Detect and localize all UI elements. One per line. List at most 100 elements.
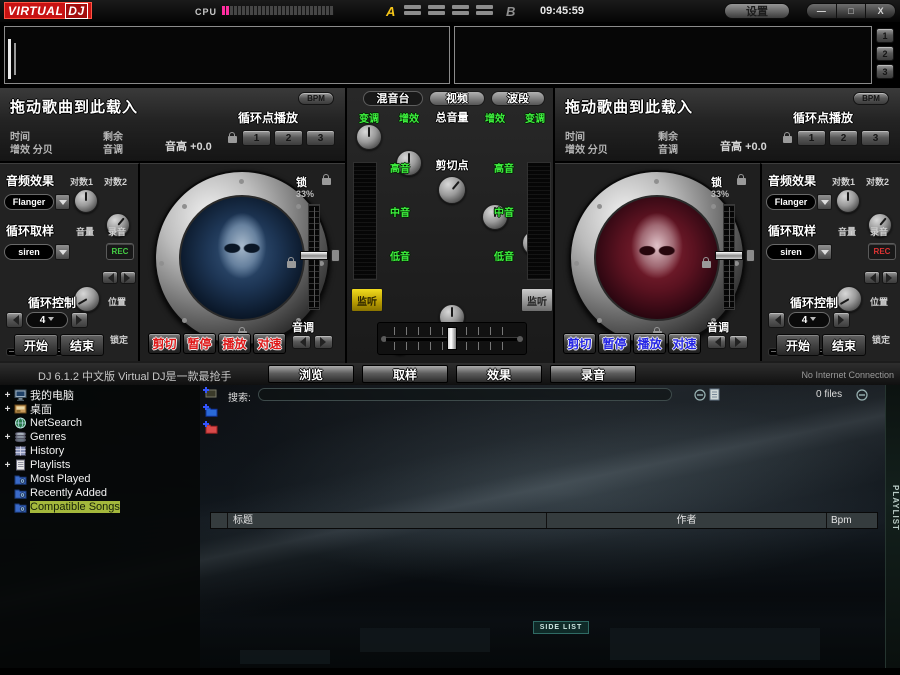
- lock-icon[interactable]: [783, 136, 792, 143]
- fx-param1-knob[interactable]: [74, 189, 98, 213]
- cue-marker-2-button[interactable]: 2: [876, 46, 894, 61]
- play-button[interactable]: 播放: [218, 333, 251, 354]
- sync-button[interactable]: 对速: [668, 333, 701, 354]
- column-header-icon[interactable]: [211, 513, 227, 528]
- sample-select[interactable]: siren: [766, 244, 832, 260]
- expander[interactable]: +: [4, 404, 11, 415]
- fx-param1-knob[interactable]: [836, 189, 860, 213]
- hotcue-3-button[interactable]: 3: [861, 130, 890, 146]
- waveform-deck-b[interactable]: [454, 26, 872, 84]
- sidebar-item-most-played[interactable]: Most Played: [0, 472, 200, 486]
- pitch-reset-button[interactable]: [746, 249, 755, 262]
- collapse-circle-icon[interactable]: [694, 389, 706, 401]
- effect-select[interactable]: Flanger: [4, 194, 70, 210]
- sidebar-item-desktop[interactable]: + 桌面: [0, 402, 200, 416]
- collapse-circle-icon[interactable]: [856, 389, 868, 401]
- pitch-bend-down-button[interactable]: [292, 335, 311, 349]
- sampler-volume-knob[interactable]: [836, 286, 862, 312]
- playlist-panel-tab[interactable]: PLAYLIST: [885, 385, 900, 668]
- sidebar-item-compatible-songs[interactable]: Compatible Songs: [0, 500, 200, 514]
- monitor-left-button[interactable]: 监听: [351, 288, 383, 312]
- cue-marker-1-button[interactable]: 1: [876, 28, 894, 43]
- tab-sample[interactable]: 取样: [362, 365, 448, 383]
- add-filter-folder-icon[interactable]: [203, 421, 218, 435]
- loop-start-button[interactable]: 开始: [14, 334, 58, 356]
- column-header-artist[interactable]: 作者: [547, 513, 826, 528]
- keylock-icon[interactable]: [322, 178, 331, 185]
- sidebar-item-playlists[interactable]: + Playlists: [0, 458, 200, 472]
- close-button[interactable]: X: [866, 4, 895, 18]
- hotcue-1-button[interactable]: 1: [797, 130, 826, 146]
- pitch-reset-button[interactable]: [331, 249, 340, 262]
- maximize-button[interactable]: □: [837, 4, 867, 18]
- pitch-lock-icon[interactable]: [287, 261, 296, 268]
- sidebar-item-netsearch[interactable]: NetSearch: [0, 416, 200, 430]
- dropdown-arrow-icon[interactable]: [55, 244, 70, 260]
- sidebar-item-recently-added[interactable]: Recently Added: [0, 486, 200, 500]
- sampler-rec-button[interactable]: REC: [868, 243, 896, 260]
- effect-select[interactable]: Flanger: [766, 194, 832, 210]
- loop-stop-button[interactable]: 结束: [822, 334, 866, 356]
- master-volume-knob[interactable]: [438, 176, 466, 204]
- pitch-bend-down-button[interactable]: [707, 335, 726, 349]
- loop-double-button[interactable]: [71, 312, 88, 328]
- loop-half-button[interactable]: [6, 312, 23, 328]
- pause-button[interactable]: 暂停: [183, 333, 216, 354]
- sample-next-button[interactable]: [120, 271, 136, 284]
- loop-double-button[interactable]: [833, 312, 850, 328]
- hotcue-1-button[interactable]: 1: [242, 130, 271, 146]
- bpm-button[interactable]: BPM: [853, 92, 889, 105]
- loop-half-button[interactable]: [768, 312, 785, 328]
- monitor-right-button[interactable]: 监听: [521, 288, 553, 312]
- expander[interactable]: +: [4, 432, 11, 443]
- sampler-rec-button[interactable]: REC: [106, 243, 134, 260]
- sidebar-item-history[interactable]: History: [0, 444, 200, 458]
- cue-button[interactable]: 剪切: [563, 333, 596, 354]
- minimize-button[interactable]: —: [807, 4, 837, 18]
- play-button[interactable]: 播放: [633, 333, 666, 354]
- column-header-title[interactable]: 标题: [228, 513, 546, 528]
- side-list-button[interactable]: SIDE LIST: [533, 621, 589, 634]
- add-virtual-folder-icon[interactable]: [203, 404, 218, 418]
- crossfader-handle[interactable]: [447, 327, 457, 350]
- search-input[interactable]: [258, 388, 672, 401]
- tab-mixer[interactable]: 混音台: [363, 91, 423, 106]
- crossfader[interactable]: [377, 322, 527, 355]
- sample-prev-button[interactable]: [102, 271, 118, 284]
- sampler-volume-knob[interactable]: [74, 286, 100, 312]
- loop-length-select[interactable]: 4: [788, 312, 830, 328]
- settings-button[interactable]: 设置: [724, 3, 790, 19]
- pitch-bend-up-button[interactable]: [314, 335, 333, 349]
- pitch-slider-handle[interactable]: [300, 251, 328, 260]
- expander[interactable]: +: [4, 460, 11, 471]
- loop-length-select[interactable]: 4: [26, 312, 68, 328]
- cue-button[interactable]: 剪切: [148, 333, 181, 354]
- sync-button[interactable]: 对速: [253, 333, 286, 354]
- tab-effects[interactable]: 效果: [456, 365, 542, 383]
- sample-prev-button[interactable]: [864, 271, 880, 284]
- hotcue-2-button[interactable]: 2: [274, 130, 303, 146]
- loop-start-button[interactable]: 开始: [776, 334, 820, 356]
- tab-video[interactable]: 视频: [429, 91, 485, 106]
- tab-band[interactable]: 波段: [491, 91, 545, 106]
- pitch-slider-handle[interactable]: [715, 251, 743, 260]
- page-icon[interactable]: [709, 388, 720, 401]
- key-left-knob[interactable]: [356, 124, 382, 150]
- pitch-bend-up-button[interactable]: [729, 335, 748, 349]
- dropdown-arrow-icon[interactable]: [817, 244, 832, 260]
- pitch-lock-icon[interactable]: [702, 261, 711, 268]
- sidebar-item-my-computer[interactable]: + 我的电脑: [0, 388, 200, 402]
- sample-next-button[interactable]: [882, 271, 898, 284]
- dropdown-arrow-icon[interactable]: [55, 194, 70, 210]
- sidebar-item-genres[interactable]: + Genres: [0, 430, 200, 444]
- keylock-icon[interactable]: [737, 178, 746, 185]
- loop-stop-button[interactable]: 结束: [60, 334, 104, 356]
- sample-select[interactable]: siren: [4, 244, 70, 260]
- cue-marker-3-button[interactable]: 3: [876, 64, 894, 79]
- bpm-button[interactable]: BPM: [298, 92, 334, 105]
- expander[interactable]: +: [4, 390, 11, 401]
- hotcue-3-button[interactable]: 3: [306, 130, 335, 146]
- pause-button[interactable]: 暂停: [598, 333, 631, 354]
- dropdown-arrow-icon[interactable]: [817, 194, 832, 210]
- waveform-deck-a[interactable]: [4, 26, 450, 84]
